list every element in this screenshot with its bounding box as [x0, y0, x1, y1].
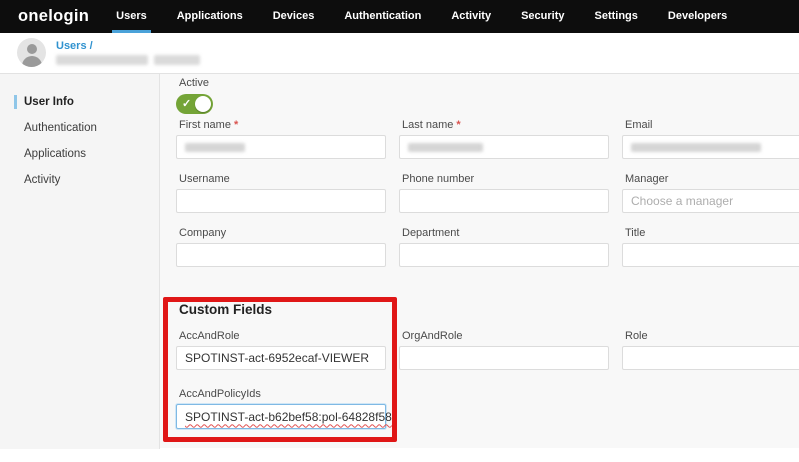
title-label: Title	[625, 227, 799, 239]
phone-number-input[interactable]	[399, 189, 609, 213]
first-name-label: First name*	[179, 119, 386, 131]
field-username: Username	[176, 173, 386, 213]
avatar	[17, 38, 46, 67]
manager-placeholder: Choose a manager	[631, 194, 733, 208]
department-label: Department	[402, 227, 609, 239]
required-marker: *	[234, 119, 238, 131]
field-org-and-role: OrgAndRole	[399, 330, 609, 370]
user-icon	[27, 44, 37, 54]
page-header: Users /	[0, 33, 799, 73]
active-field: Active ✓	[176, 77, 213, 114]
last-name-input[interactable]	[399, 135, 609, 159]
field-role: Role	[622, 330, 799, 370]
role-input[interactable]	[622, 346, 799, 370]
breadcrumb-link[interactable]: Users /	[56, 40, 93, 52]
top-nav: onelogin Users Applications Devices Auth…	[0, 0, 799, 33]
field-phone-number: Phone number	[399, 173, 609, 213]
username-label: Username	[179, 173, 386, 185]
user-icon-body	[22, 56, 42, 67]
custom-fields-heading: Custom Fields	[179, 302, 272, 317]
acc-and-role-value: SPOTINST-act-6952ecaf-VIEWER	[185, 351, 369, 365]
acc-and-role-input[interactable]: SPOTINST-act-6952ecaf-VIEWER	[176, 346, 386, 370]
onelogin-user-page: onelogin Users Applications Devices Auth…	[0, 0, 799, 462]
nav-item-security[interactable]: Security	[506, 0, 579, 33]
title-input[interactable]	[622, 243, 799, 267]
department-input[interactable]	[399, 243, 609, 267]
redacted-value	[408, 143, 483, 152]
active-label: Active	[179, 77, 213, 89]
redacted-text	[154, 55, 200, 65]
sidebar-item-user-info[interactable]: User Info	[0, 89, 159, 115]
field-title: Title	[622, 227, 799, 267]
nav-item-settings[interactable]: Settings	[580, 0, 653, 33]
redacted-value	[185, 143, 245, 152]
nav-item-applications[interactable]: Applications	[162, 0, 258, 33]
acc-and-role-label: AccAndRole	[179, 330, 386, 342]
field-acc-and-policy-ids: AccAndPolicyIds SPOTINST-act-b62bef58:po…	[176, 388, 386, 429]
content-area: User Info Authentication Applications Ac…	[0, 73, 799, 448]
field-email: Email	[622, 119, 799, 159]
required-marker: *	[456, 119, 460, 131]
field-manager: Manager Choose a manager	[622, 173, 799, 213]
onelogin-logo[interactable]: onelogin	[18, 7, 89, 26]
company-label: Company	[179, 227, 386, 239]
check-icon: ✓	[182, 97, 191, 110]
org-and-role-input[interactable]	[399, 346, 609, 370]
toggle-knob	[195, 96, 211, 112]
field-department: Department	[399, 227, 609, 267]
manager-label: Manager	[625, 173, 799, 185]
org-and-role-label: OrgAndRole	[402, 330, 609, 342]
nav-menu: Users Applications Devices Authenticatio…	[101, 0, 742, 33]
sidebar-item-authentication[interactable]: Authentication	[0, 115, 159, 141]
active-toggle[interactable]: ✓	[176, 94, 213, 114]
field-last-name: Last name*	[399, 119, 609, 159]
nav-item-users[interactable]: Users	[101, 0, 162, 33]
nav-item-authentication[interactable]: Authentication	[329, 0, 436, 33]
field-acc-and-role: AccAndRole SPOTINST-act-6952ecaf-VIEWER	[176, 330, 386, 370]
nav-item-developers[interactable]: Developers	[653, 0, 742, 33]
field-first-name: First name*	[176, 119, 386, 159]
sidebar: User Info Authentication Applications Ac…	[0, 74, 160, 449]
nav-item-activity[interactable]: Activity	[436, 0, 506, 33]
company-input[interactable]	[176, 243, 386, 267]
redacted-text	[56, 55, 148, 65]
acc-and-policy-ids-value: SPOTINST-act-b62bef58:pol-64828f58	[185, 410, 392, 424]
phone-number-label: Phone number	[402, 173, 609, 185]
username-input[interactable]	[176, 189, 386, 213]
sidebar-item-activity[interactable]: Activity	[0, 167, 159, 193]
email-input[interactable]	[622, 135, 799, 159]
field-company: Company	[176, 227, 386, 267]
manager-input[interactable]: Choose a manager	[622, 189, 799, 213]
email-label: Email	[625, 119, 799, 131]
redacted-value	[631, 143, 761, 152]
acc-and-policy-ids-input[interactable]: SPOTINST-act-b62bef58:pol-64828f58	[176, 404, 386, 429]
nav-item-devices[interactable]: Devices	[258, 0, 330, 33]
last-name-label: Last name*	[402, 119, 609, 131]
acc-and-policy-ids-label: AccAndPolicyIds	[179, 388, 386, 400]
role-label: Role	[625, 330, 799, 342]
first-name-input[interactable]	[176, 135, 386, 159]
sidebar-item-applications[interactable]: Applications	[0, 141, 159, 167]
redacted-username	[56, 55, 200, 65]
